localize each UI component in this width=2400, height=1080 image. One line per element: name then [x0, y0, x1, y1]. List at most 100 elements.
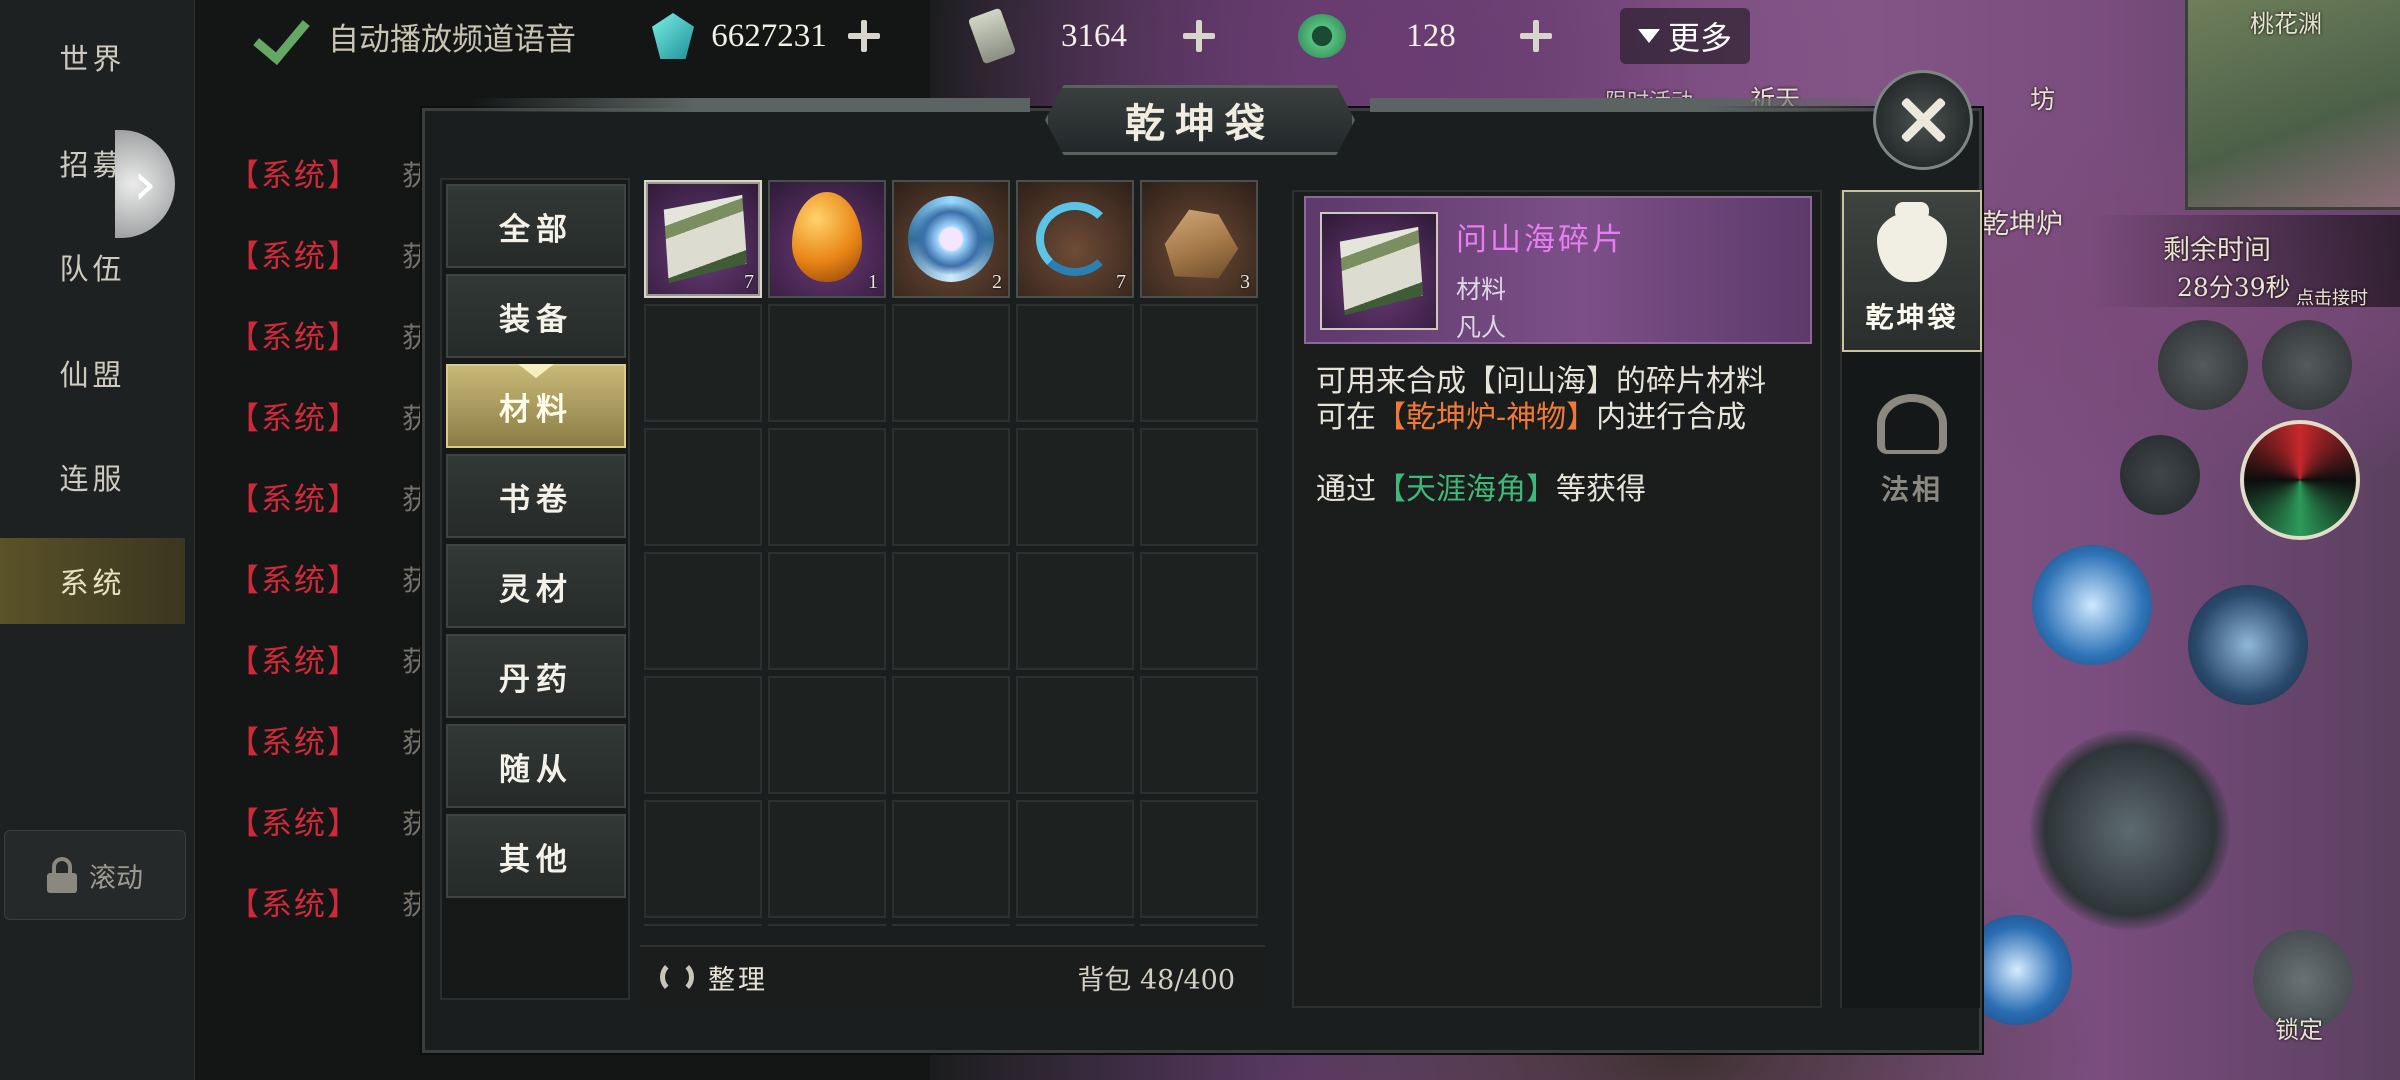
source-link[interactable]: 【天涯海角】 — [1376, 472, 1556, 507]
empty-slot[interactable] — [644, 800, 762, 918]
empty-slot[interactable] — [1016, 428, 1134, 546]
empty-slot[interactable] — [644, 676, 762, 794]
empty-slot[interactable] — [1016, 676, 1134, 794]
furnace-label: 乾坤炉 — [1982, 209, 2063, 240]
water-swirl-icon — [1036, 202, 1114, 276]
line2-prefix: 可在 — [1316, 400, 1376, 435]
scroll-fragment-icon — [1320, 212, 1438, 330]
empty-slot[interactable] — [1016, 924, 1134, 926]
empty-slot[interactable] — [1140, 304, 1258, 422]
item-slot[interactable]: 2 — [892, 180, 1010, 298]
empty-slot[interactable] — [1016, 304, 1134, 422]
empty-slot[interactable] — [1140, 800, 1258, 918]
empty-slot[interactable] — [1140, 428, 1258, 546]
refresh-icon — [660, 960, 694, 994]
empty-slot[interactable] — [768, 304, 886, 422]
skill-2-button[interactable] — [2188, 585, 2308, 705]
empty-slot[interactable] — [768, 800, 886, 918]
empty-slot[interactable] — [1140, 552, 1258, 670]
empty-slot[interactable] — [892, 304, 1010, 422]
map-name: 桃花渊 — [2250, 10, 2322, 38]
bag-side-tabs: 乾坤袋 法相 — [1840, 190, 1982, 1008]
skill-1-button[interactable] — [2032, 545, 2152, 665]
item-name: 问山海碎片 — [1456, 222, 1626, 258]
eye-skill-button[interactable] — [2262, 320, 2352, 410]
system-tag: 【系统】 — [228, 158, 360, 194]
empty-slot[interactable] — [1016, 800, 1134, 918]
channel-tab-system[interactable]: 系统 — [0, 538, 185, 624]
side-tab-faxiang-label: 法相 — [1880, 473, 1943, 506]
attack-button[interactable] — [2030, 730, 2230, 930]
empty-slot[interactable] — [644, 428, 762, 546]
category-all[interactable]: 全部 — [446, 184, 626, 268]
item-slot[interactable]: 7 — [644, 180, 762, 298]
item-grid: 7 1 2 7 3 — [640, 178, 1265, 926]
item-count: 3 — [1240, 271, 1250, 293]
category-books[interactable]: 书卷 — [446, 454, 626, 538]
channel-tab-crossserver[interactable]: 连服 — [0, 434, 185, 520]
chevron-down-icon — [1637, 29, 1660, 43]
empty-slot[interactable] — [1140, 676, 1258, 794]
system-tag: 【系统】 — [228, 887, 360, 923]
empty-slot[interactable] — [892, 428, 1010, 546]
back-arrow-button[interactable] — [2120, 435, 2200, 515]
amber-egg-icon — [792, 192, 862, 282]
line2-suffix: 内进行合成 — [1596, 400, 1747, 435]
item-slot[interactable]: 3 — [1140, 180, 1258, 298]
item-count: 7 — [1116, 271, 1126, 293]
more-menu-button[interactable]: 更多 — [1620, 8, 1750, 64]
empty-slot[interactable] — [768, 428, 886, 546]
system-tag: 【系统】 — [228, 482, 360, 518]
category-followers[interactable]: 随从 — [446, 724, 626, 808]
empty-slot[interactable] — [644, 924, 762, 926]
item-count: 7 — [744, 271, 754, 293]
empty-slot[interactable] — [768, 552, 886, 670]
close-button[interactable] — [1873, 70, 1973, 170]
empty-slot[interactable] — [768, 924, 886, 926]
furnace-link[interactable]: 【乾坤炉-神物】 — [1376, 400, 1596, 435]
side-tab-faxiang[interactable]: 法相 — [1842, 360, 1982, 522]
scroll-fragment-icon — [663, 194, 748, 284]
taiji-skill-button[interactable] — [2240, 420, 2360, 540]
empty-slot[interactable] — [768, 676, 886, 794]
title-ornament-right — [1370, 98, 1930, 112]
click-hint: 点击接时 — [2296, 288, 2368, 309]
channel-tab-alliance[interactable]: 仙盟 — [0, 330, 185, 416]
add-jade-button[interactable] — [1516, 16, 1556, 56]
scroll-lock-button[interactable]: 滚动 — [4, 830, 186, 920]
category-equipment[interactable]: 装备 — [446, 274, 626, 358]
side-tab-bag[interactable]: 乾坤袋 — [1842, 190, 1982, 352]
channel-tab-team[interactable]: 队伍 — [0, 224, 185, 310]
empty-slot[interactable] — [1140, 924, 1258, 926]
empty-slot[interactable] — [1016, 552, 1134, 670]
empty-slot[interactable] — [644, 304, 762, 422]
add-scroll-token-button[interactable] — [1179, 16, 1219, 56]
empty-slot[interactable] — [644, 552, 762, 670]
item-slot[interactable]: 1 — [768, 180, 886, 298]
side-tab-bag-label: 乾坤袋 — [1865, 301, 1959, 334]
add-spirit-stone-button[interactable] — [844, 16, 884, 56]
empty-slot[interactable] — [892, 800, 1010, 918]
remaining-time-value: 28分39秒 — [2177, 273, 2291, 302]
autoplay-label: 自动播放频道语音 — [328, 21, 576, 58]
description-line-2: 可在【乾坤炉-神物】内进行合成 — [1316, 400, 1806, 436]
currency-value: 128 — [1406, 17, 1456, 54]
spirit-stone-icon — [652, 13, 694, 59]
empty-slot[interactable] — [892, 924, 1010, 926]
empty-slot[interactable] — [892, 676, 1010, 794]
sort-button[interactable]: 整理 — [660, 958, 768, 997]
category-spirit-materials[interactable]: 灵材 — [446, 544, 626, 628]
empty-slot[interactable] — [892, 552, 1010, 670]
system-tag: 【系统】 — [228, 239, 360, 275]
bag-capacity: 背包 48/400 — [1077, 964, 1235, 996]
autoplay-voice-toggle[interactable]: 自动播放频道语音 — [250, 8, 576, 64]
jade-icon — [1298, 14, 1346, 58]
category-pills[interactable]: 丹药 — [446, 634, 626, 718]
description-line-3: 通过【天涯海角】等获得 — [1316, 472, 1806, 508]
channel-tab-world[interactable]: 世界 — [0, 14, 185, 100]
item-slot[interactable]: 7 — [1016, 180, 1134, 298]
shop-label: 坊 — [2030, 85, 2056, 114]
pouch-skill-button[interactable] — [2158, 320, 2248, 410]
category-others[interactable]: 其他 — [446, 814, 626, 898]
category-materials[interactable]: 材料 — [446, 364, 626, 448]
